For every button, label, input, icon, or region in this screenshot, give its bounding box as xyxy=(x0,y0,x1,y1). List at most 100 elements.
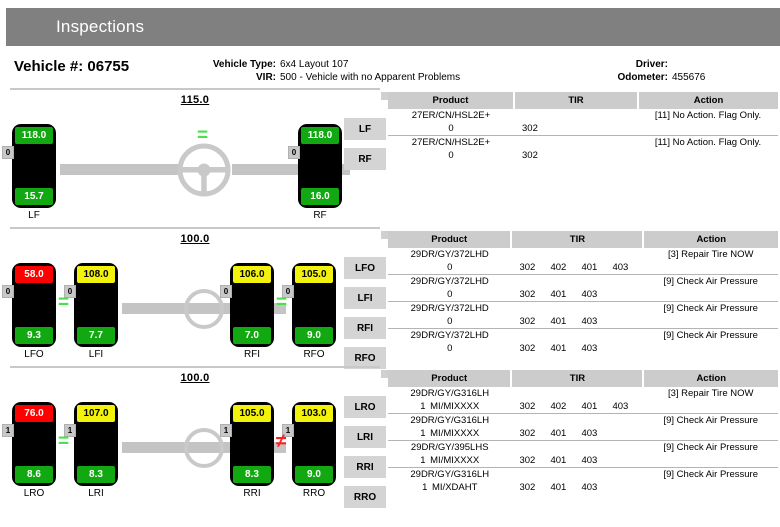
table-row[interactable]: 29DR/GY/372LHD0302402401403[3] Repair Ti… xyxy=(388,248,778,275)
table-row[interactable]: 29DR/GY/G316LH1 MI/MIXXXX302402401403[3]… xyxy=(388,387,778,414)
cell-tir: 302 xyxy=(514,109,638,136)
position-tab-lri[interactable]: LRI xyxy=(344,426,386,448)
tire-rri[interactable]: 105.08.31 xyxy=(230,402,274,486)
tir-code: 402 xyxy=(550,400,581,413)
action-text: [11] No Action. Flag Only. xyxy=(638,109,778,122)
tire-tread-depth-value: 15.7 xyxy=(15,188,53,205)
cell-action: [11] No Action. Flag Only. xyxy=(638,109,778,136)
tir-code: 302 xyxy=(519,261,550,274)
action-text: [3] Repair Tire NOW xyxy=(643,248,778,261)
table-row[interactable]: 29DR/GY/G316LH1 MI/XDAHT302401403[9] Che… xyxy=(388,468,778,495)
tire-pressure-value: 118.0 xyxy=(15,127,53,144)
position-tab-rfi[interactable]: RFI xyxy=(344,317,386,339)
product-qty: 0 xyxy=(447,262,452,273)
position-tab-lf[interactable]: LF xyxy=(344,118,386,140)
tir-spacer xyxy=(511,302,643,315)
table-row[interactable]: 29DR/GY/372LHD0302401403[9] Check Air Pr… xyxy=(388,275,778,302)
app-title: Inspections xyxy=(56,17,144,37)
tir-code: 302 xyxy=(519,427,550,440)
action-text: [9] Check Air Pressure xyxy=(643,414,778,427)
product-mi-code: MI/XDAHT xyxy=(427,482,477,493)
product-sub: 1 MI/XDAHT xyxy=(388,481,511,494)
position-tab-lro[interactable]: LRO xyxy=(344,396,386,418)
odometer-row: Odometer: 455676 xyxy=(560,71,770,84)
action-text: [9] Check Air Pressure xyxy=(643,275,778,288)
tir-code: 302 xyxy=(522,149,553,162)
tire-lri[interactable]: 107.08.31 xyxy=(74,402,118,486)
tire-rfo[interactable]: 105.09.00 xyxy=(292,263,336,347)
odometer-value: 455676 xyxy=(672,71,705,84)
position-tab-rro[interactable]: RRO xyxy=(344,486,386,508)
tire-position-badge: 0 xyxy=(220,285,232,298)
steering-wheel-icon xyxy=(176,142,232,198)
product-code: 29DR/GY/G316LH xyxy=(388,414,511,427)
tir-code: 401 xyxy=(550,454,581,467)
tire-tread-depth-value: 7.7 xyxy=(77,327,115,344)
position-tab-lfi[interactable]: LFI xyxy=(344,287,386,309)
axle-diagram: 118.015.70LF118.016.00RF= xyxy=(0,110,390,220)
axle-divider xyxy=(10,366,380,368)
tire-position-label: RFO xyxy=(292,349,336,360)
cell-action: [9] Check Air Pressure xyxy=(643,441,778,468)
product-qty: 1 xyxy=(420,401,425,412)
tire-lfi[interactable]: 108.07.70 xyxy=(74,263,118,347)
position-tab-lfo[interactable]: LFO xyxy=(344,257,386,279)
tire-rf[interactable]: 118.016.00 xyxy=(298,124,342,208)
tire-position-label: RRI xyxy=(230,488,274,499)
tire-pressure-value: 107.0 xyxy=(77,405,115,422)
cell-tir: 302401403 xyxy=(511,414,643,441)
axle-target-pressure: 100.0 xyxy=(0,233,390,245)
cell-tir: 302401403 xyxy=(511,329,643,356)
tir-code: 403 xyxy=(581,481,612,494)
tire-position-label: LFO xyxy=(12,349,56,360)
cell-action: [9] Check Air Pressure xyxy=(643,468,778,495)
tir-code: 401 xyxy=(581,261,612,274)
tire-tread-depth-value: 16.0 xyxy=(301,188,339,205)
cell-action: [9] Check Air Pressure xyxy=(643,414,778,441)
tire-rfi[interactable]: 106.07.00 xyxy=(230,263,274,347)
product-sub: 1 MI/MIXXXX xyxy=(388,427,511,440)
table-row[interactable]: 27ER/CN/HSL2E+0302[11] No Action. Flag O… xyxy=(388,109,778,136)
driver-row: Driver: xyxy=(560,58,770,71)
tir-spacer xyxy=(514,136,638,149)
tir-code-list: 302401403 xyxy=(511,315,643,328)
cell-tir: 302401403 xyxy=(511,302,643,329)
product-qty: 0 xyxy=(448,150,453,161)
action-text: [11] No Action. Flag Only. xyxy=(638,136,778,149)
position-tab-rri[interactable]: RRI xyxy=(344,456,386,478)
product-mi-code: MI/MIXXXX xyxy=(426,455,480,466)
column-tick-marker xyxy=(381,92,388,100)
axle-target-pressure: 100.0 xyxy=(0,372,390,384)
product-sub: 0 xyxy=(388,149,514,162)
tire-position-label: LFI xyxy=(74,349,118,360)
tir-code-list: 302401403 xyxy=(511,454,643,467)
cell-tir: 302401403 xyxy=(511,441,643,468)
tir-spacer xyxy=(511,248,643,261)
axle-section-1: 115.0118.015.70LF118.016.00RF=LFRFProduc… xyxy=(0,88,780,223)
tire-lf[interactable]: 118.015.70 xyxy=(12,124,56,208)
product-sub: 0 xyxy=(388,315,511,328)
tire-pressure-value: 108.0 xyxy=(77,266,115,283)
cell-product: 29DR/GY/G316LH1 MI/MIXXXX xyxy=(388,414,511,441)
tire-lfo[interactable]: 58.09.30 xyxy=(12,263,56,347)
cell-action: [9] Check Air Pressure xyxy=(643,275,778,302)
table-row[interactable]: 29DR/GY/395LHS1 MI/MIXXXX302401403[9] Ch… xyxy=(388,441,778,468)
table-row[interactable]: 29DR/GY/372LHD0302401403[9] Check Air Pr… xyxy=(388,329,778,356)
vehicle-number: Vehicle #: 06755 xyxy=(14,58,129,75)
tire-lro[interactable]: 76.08.61 xyxy=(12,402,56,486)
product-qty: 0 xyxy=(447,316,452,327)
tire-position-label: LRO xyxy=(12,488,56,499)
tire-rro[interactable]: 103.09.01 xyxy=(292,402,336,486)
tir-code: 402 xyxy=(550,261,581,274)
equal-comparator-icon: = xyxy=(58,432,69,451)
position-tab-rf[interactable]: RF xyxy=(344,148,386,170)
table-row[interactable]: 29DR/GY/G316LH1 MI/MIXXXX302401403[9] Ch… xyxy=(388,414,778,441)
table-row[interactable]: 29DR/GY/372LHD0302401403[9] Check Air Pr… xyxy=(388,302,778,329)
vir-row: VIR: 500 - Vehicle with no Apparent Prob… xyxy=(188,71,558,84)
tire-position-badge: 0 xyxy=(288,146,300,159)
vehicle-number-label: Vehicle #: xyxy=(14,58,83,75)
action-text: [3] Repair Tire NOW xyxy=(643,387,778,400)
cell-action: [9] Check Air Pressure xyxy=(643,302,778,329)
table-row[interactable]: 27ER/CN/HSL2E+0302[11] No Action. Flag O… xyxy=(388,136,778,163)
tire-position-label: RF xyxy=(298,210,342,221)
